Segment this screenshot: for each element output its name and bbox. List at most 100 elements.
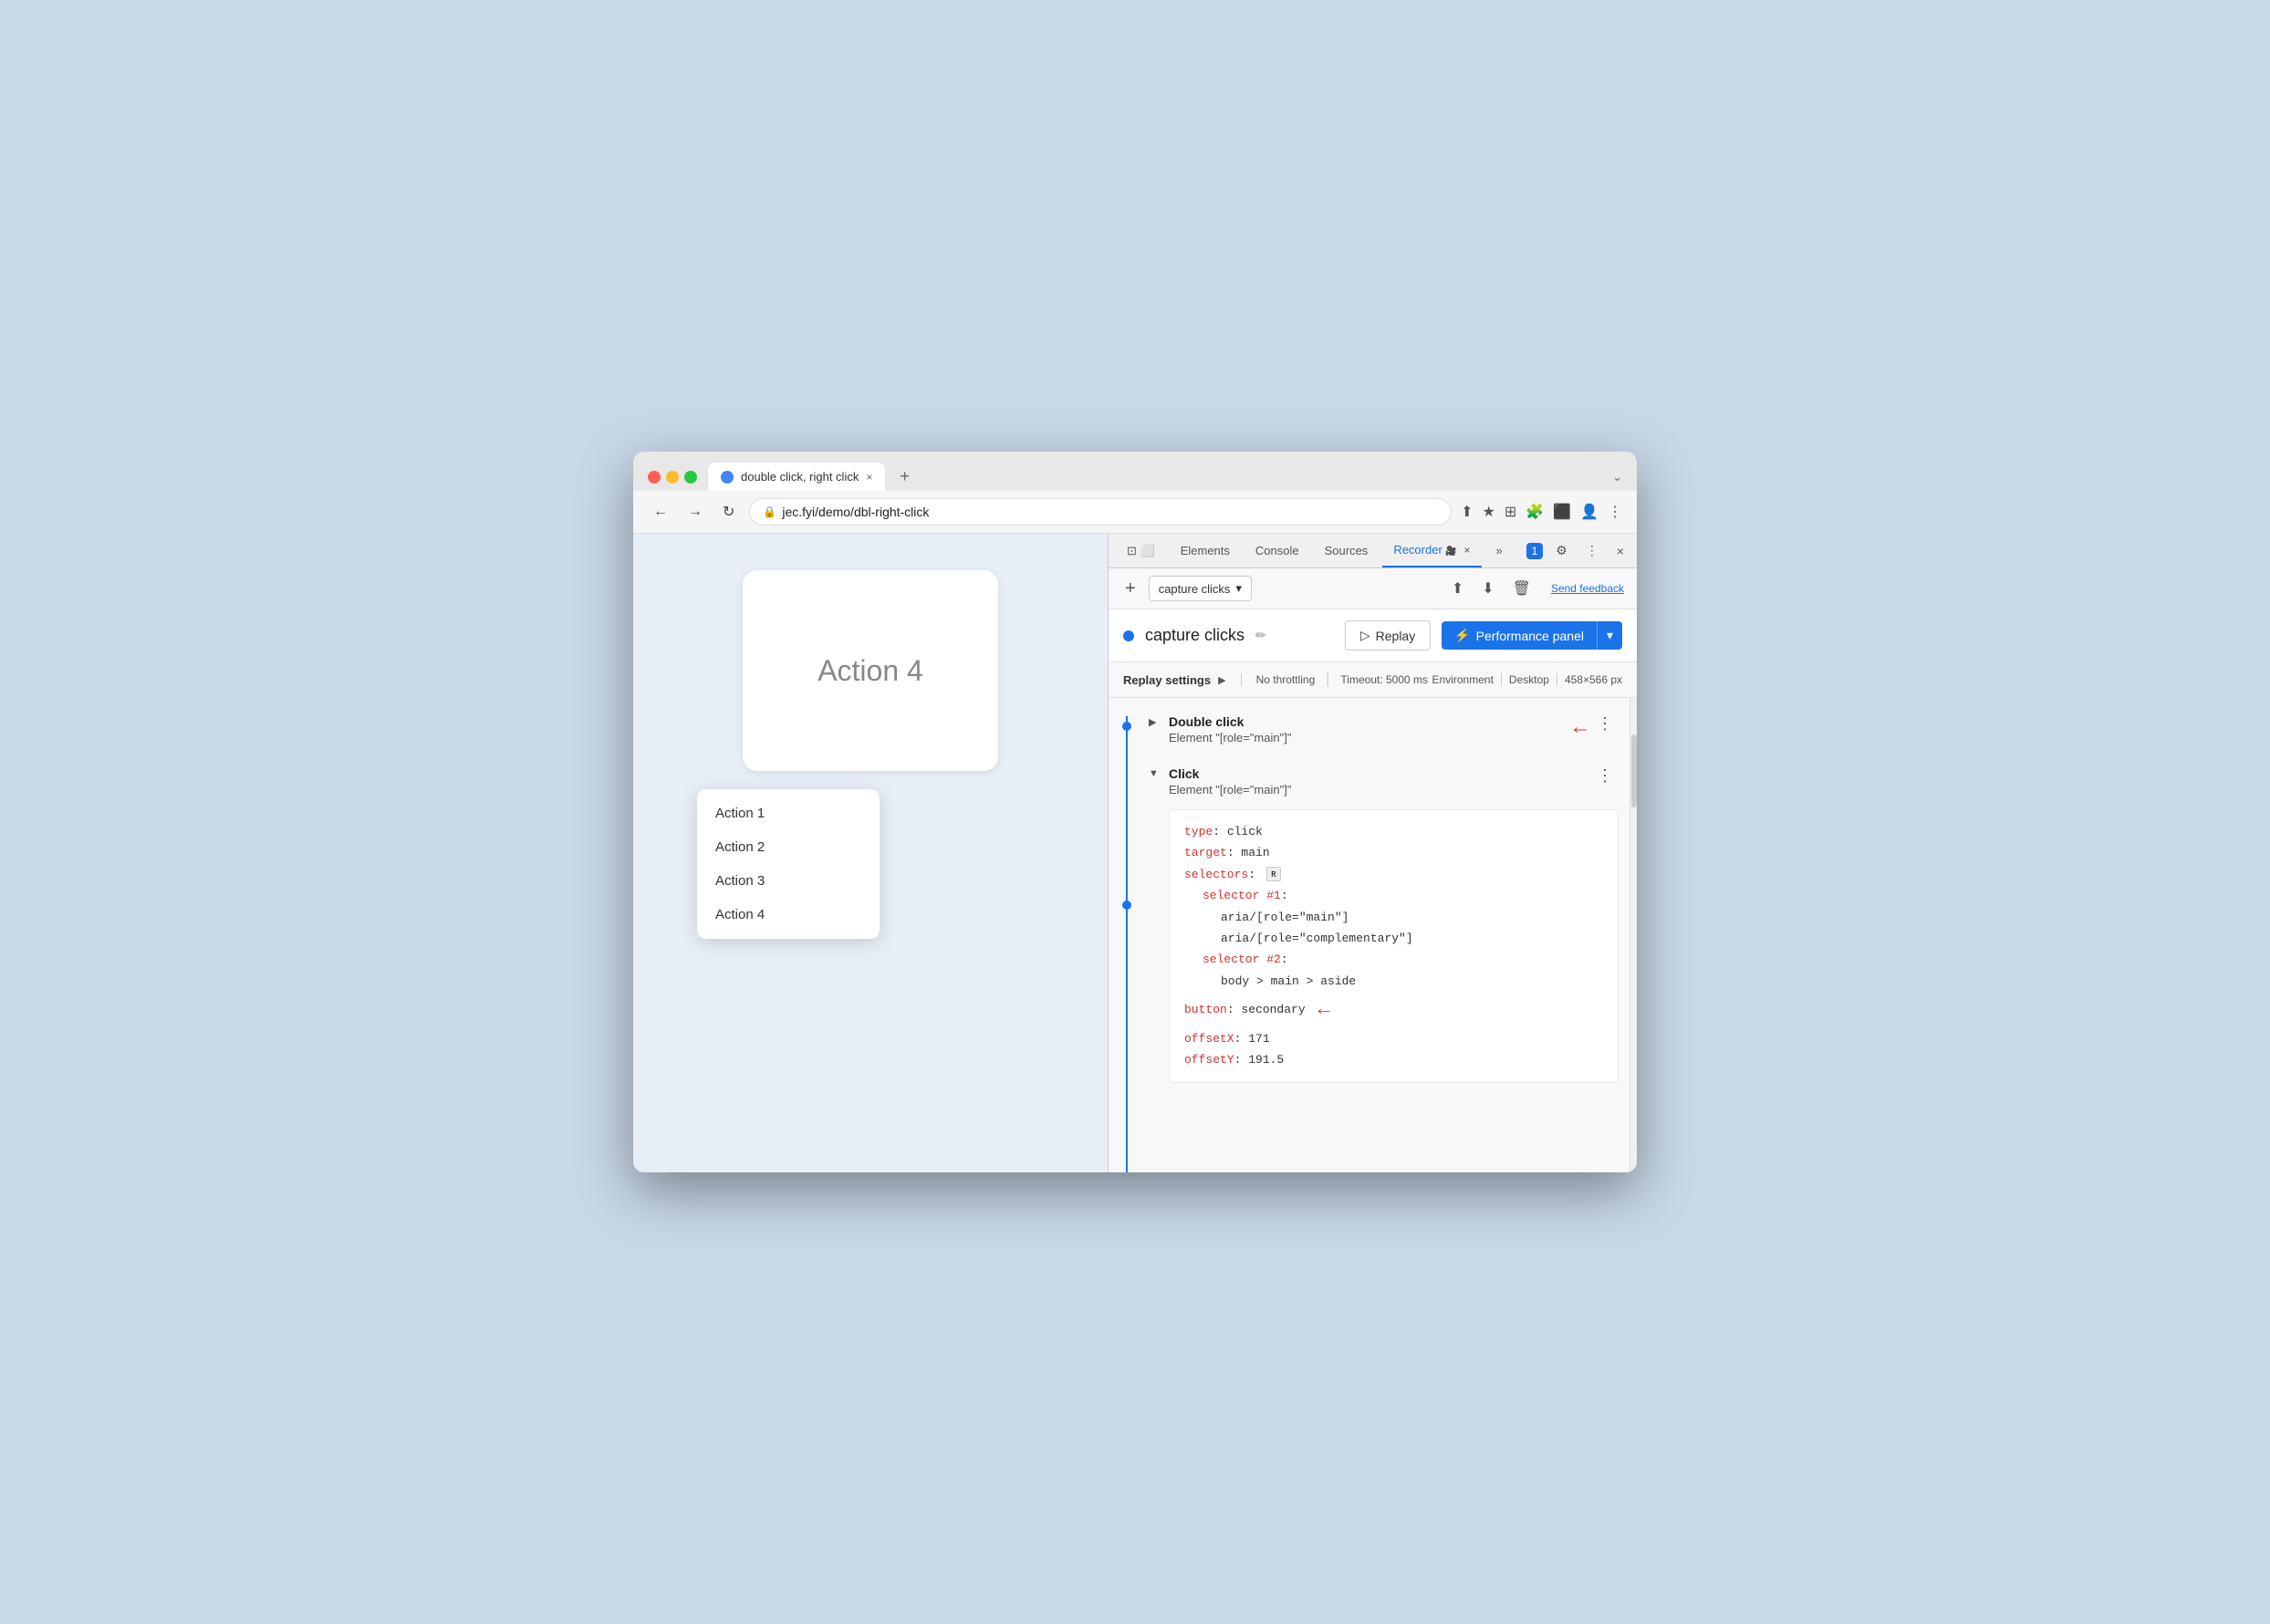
- menu-item-action4[interactable]: Action 4: [697, 898, 880, 932]
- edit-title-icon[interactable]: ✏: [1255, 628, 1266, 643]
- tab-more[interactable]: »: [1485, 535, 1514, 567]
- code-line-body-main: body > main > aside: [1184, 971, 1603, 992]
- perf-icon: ⚡: [1454, 628, 1470, 643]
- context-menu: Action 1 Action 2 Action 3 Action 4: [697, 789, 880, 939]
- step-more-button-2[interactable]: ⋮: [1591, 766, 1619, 786]
- main-area: Action 4 Action 1 Action 2 Action 3 Acti…: [633, 534, 1637, 1172]
- profile-icon[interactable]: 👤: [1580, 503, 1598, 521]
- active-tab[interactable]: double click, right click ×: [708, 463, 885, 491]
- address-bar[interactable]: 🔒 jec.fyi/demo/dbl-right-click: [749, 498, 1452, 526]
- code-line-offsety: offsetY: 191.5: [1184, 1049, 1603, 1070]
- selector-icon: R: [1266, 867, 1281, 881]
- devtools-icon[interactable]: ⬛: [1553, 503, 1571, 521]
- step-double-click-header[interactable]: ▶ Double click Element "[role="main"]" ←…: [1145, 705, 1630, 754]
- title-bar: double click, right click × + ⌄: [633, 452, 1637, 491]
- browser-window: double click, right click × + ⌄ ← → ↻ 🔒 …: [633, 452, 1637, 1172]
- console-badge: 1: [1526, 543, 1544, 559]
- devtools-tab-bar: ⊡ ⬜ Elements Console Sources Recorder 🎥 …: [1109, 534, 1637, 568]
- tab-sources[interactable]: Sources: [1314, 535, 1380, 567]
- recording-header: capture clicks ✏ ▷ Replay ⚡ Performance …: [1109, 609, 1637, 662]
- step-click-header[interactable]: ▼ Click Element "[role="main"]" ⋮: [1145, 757, 1630, 806]
- new-tab-button[interactable]: +: [892, 463, 917, 490]
- url-text: jec.fyi/demo/dbl-right-click: [782, 505, 929, 519]
- replay-settings-title: Replay settings: [1123, 673, 1211, 687]
- env-divider: [1501, 673, 1502, 686]
- replay-settings-expand-icon[interactable]: ▶: [1218, 674, 1225, 686]
- tab-inspect-icon[interactable]: ⊡ ⬜: [1116, 535, 1166, 567]
- back-button[interactable]: ←: [648, 500, 673, 524]
- maximize-traffic-light[interactable]: [684, 471, 697, 484]
- code-line-target: target: main: [1184, 842, 1603, 863]
- devtools-close-button[interactable]: ×: [1611, 540, 1630, 562]
- scrollbar-thumb[interactable]: [1631, 734, 1637, 807]
- webpage-content: Action 4 Action 1 Action 2 Action 3 Acti…: [633, 534, 1108, 1172]
- step-double-click-title: Double click: [1169, 714, 1562, 729]
- action4-text: Action 4: [817, 654, 923, 688]
- menu-item-action2[interactable]: Action 2: [697, 830, 880, 864]
- extension-icon[interactable]: ⊞: [1505, 503, 1516, 521]
- steps-container: ▶ Double click Element "[role="main"]" ←…: [1109, 698, 1637, 1172]
- tab-close-button[interactable]: ×: [866, 471, 872, 484]
- tab-recorder[interactable]: Recorder 🎥 ×: [1382, 534, 1481, 567]
- tab-title: double click, right click: [741, 470, 859, 484]
- send-feedback-link[interactable]: Send feedback: [1551, 582, 1624, 595]
- code-line-selector2: selector #2:: [1184, 949, 1603, 970]
- replay-play-icon: ▷: [1360, 628, 1370, 643]
- share-icon[interactable]: ⬆: [1461, 503, 1473, 521]
- step-more-button-1[interactable]: ⋮: [1591, 714, 1619, 734]
- step-click: ▼ Click Element "[role="main"]" ⋮ type: …: [1145, 757, 1630, 1083]
- devtools-settings-button[interactable]: ⚙: [1550, 539, 1573, 562]
- devtools-scrollbar[interactable]: [1630, 698, 1637, 1172]
- code-line-aria-main: aria/[role="main"]: [1184, 907, 1603, 928]
- step-double-click-info: Double click Element "[role="main"]": [1169, 714, 1562, 744]
- code-block: type: click target: main selectors: R se…: [1169, 809, 1619, 1083]
- desktop-label: Desktop: [1509, 673, 1549, 686]
- nav-icons: ⬆ ★ ⊞ 🧩 ⬛ 👤 ⋮: [1461, 503, 1622, 521]
- bookmark-icon[interactable]: ★: [1482, 503, 1494, 521]
- replay-settings-right: Environment Desktop 458×566 px: [1432, 673, 1622, 686]
- replay-button[interactable]: ▷ Replay: [1345, 620, 1431, 651]
- nav-bar: ← → ↻ 🔒 jec.fyi/demo/dbl-right-click ⬆ ★…: [633, 491, 1637, 534]
- step-click-title: Click: [1169, 766, 1591, 781]
- refresh-button[interactable]: ↻: [717, 499, 740, 525]
- performance-panel-button[interactable]: ⚡ Performance panel: [1442, 621, 1597, 650]
- minimize-traffic-light[interactable]: [666, 471, 679, 484]
- window-chevron[interactable]: ⌄: [1612, 470, 1622, 484]
- recording-select[interactable]: capture clicks ▾: [1149, 576, 1252, 601]
- timeline-line: [1109, 698, 1145, 1172]
- devtools-tab-icons: 1 ⚙ ⋮ ×: [1526, 539, 1630, 562]
- step-expand-icon: ▶: [1149, 716, 1163, 728]
- step-double-click-element: Element "[role="main"]": [1169, 731, 1562, 744]
- step-click-info: Click Element "[role="main"]": [1169, 766, 1591, 796]
- step-double-click: ▶ Double click Element "[role="main"]" ←…: [1145, 705, 1630, 754]
- step-click-element: Element "[role="main"]": [1169, 783, 1591, 796]
- recording-status-dot: [1123, 630, 1134, 641]
- performance-panel-dropdown[interactable]: ▾: [1597, 621, 1622, 650]
- tab-console[interactable]: Console: [1244, 535, 1310, 567]
- delete-button[interactable]: 🗑: [1507, 576, 1536, 601]
- devtools-more-button[interactable]: ⋮: [1580, 539, 1604, 562]
- lock-icon: 🔒: [763, 505, 776, 518]
- add-recording-button[interactable]: +: [1121, 578, 1140, 599]
- code-line-aria-complementary: aria/[role="complementary"]: [1184, 928, 1603, 949]
- forward-button[interactable]: →: [682, 500, 708, 524]
- no-throttling-label: No throttling: [1256, 673, 1316, 686]
- code-line-selector1: selector #1:: [1184, 885, 1603, 906]
- red-arrow-1: ←: [1569, 714, 1591, 740]
- code-line-type: type: click: [1184, 821, 1603, 842]
- action-card: Action 4: [743, 570, 998, 771]
- tab-elements[interactable]: Elements: [1170, 535, 1241, 567]
- recording-select-value: capture clicks: [1159, 582, 1231, 596]
- recorder-actions: ⬆ ⬇ 🗑 Send feedback: [1446, 576, 1624, 601]
- close-traffic-light[interactable]: [648, 471, 661, 484]
- menu-item-action3[interactable]: Action 3: [697, 864, 880, 898]
- replay-settings: Replay settings ▶ No throttling | Timeou…: [1109, 662, 1637, 698]
- export-button[interactable]: ⬆: [1446, 576, 1469, 601]
- code-line-offsetx: offsetX: 171: [1184, 1028, 1603, 1049]
- import-button[interactable]: ⬇: [1476, 576, 1499, 601]
- step-click-expand-icon: ▼: [1149, 768, 1163, 779]
- recorder-toolbar: + capture clicks ▾ ⬆ ⬇ 🗑 Send feedback: [1109, 568, 1637, 609]
- puzzle-icon[interactable]: 🧩: [1525, 503, 1544, 521]
- menu-item-action1[interactable]: Action 1: [697, 796, 880, 830]
- more-options-icon[interactable]: ⋮: [1608, 503, 1622, 521]
